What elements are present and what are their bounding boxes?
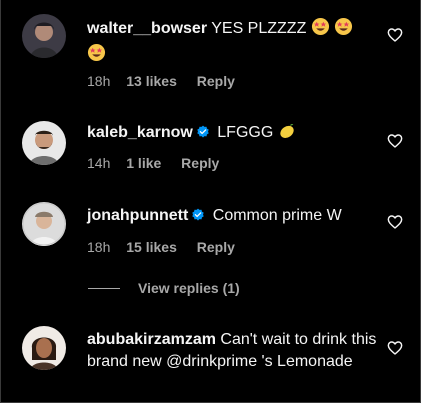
- comment-text: YES PLZZZZ: [211, 20, 307, 37]
- comment-username[interactable]: kaleb_karnow: [87, 124, 193, 141]
- comment-username[interactable]: abubakirzamzam: [87, 331, 216, 348]
- comment-timestamp: 18h: [87, 239, 111, 255]
- reply-button[interactable]: Reply: [197, 239, 235, 255]
- reply-button[interactable]: Reply: [197, 73, 235, 89]
- verified-badge-icon: [196, 124, 210, 146]
- comment-likes[interactable]: 13 likes: [126, 73, 177, 89]
- avatar[interactable]: [22, 202, 66, 246]
- comment-likes[interactable]: 15 likes: [126, 239, 177, 255]
- star-struck-emoji: [87, 43, 106, 69]
- comment-username[interactable]: jonahpunnett: [87, 207, 188, 224]
- lemon-emoji: [278, 122, 296, 147]
- avatar[interactable]: [22, 121, 66, 165]
- verified-badge-icon: [191, 207, 205, 229]
- comment-body: walter__bowser YES PLZZZZ: [87, 17, 377, 69]
- heart-icon[interactable]: [387, 133, 403, 149]
- comment-meta: 14h 1 like Reply: [87, 155, 235, 171]
- comment-username[interactable]: walter__bowser: [87, 20, 207, 37]
- comment-meta: 18h 15 likes Reply: [87, 239, 251, 255]
- comment-body: kaleb_karnow LFGGG: [87, 122, 377, 147]
- star-struck-emoji: [334, 17, 353, 43]
- heart-icon[interactable]: [387, 27, 403, 43]
- avatar[interactable]: [22, 326, 66, 370]
- divider: [88, 288, 120, 289]
- comment-text: Common prime W: [212, 207, 342, 224]
- view-replies-button[interactable]: View replies (1): [88, 280, 240, 296]
- heart-icon[interactable]: [387, 340, 403, 356]
- avatar[interactable]: [22, 14, 66, 58]
- comment-body: abubakirzamzam Can't wait to drink this …: [87, 329, 379, 373]
- reply-button[interactable]: Reply: [181, 155, 219, 171]
- comment-meta: 18h 13 likes Reply: [87, 73, 251, 89]
- comment-text: LFGGG: [217, 124, 274, 141]
- heart-icon[interactable]: [387, 214, 403, 230]
- comment-body: jonahpunnett Common prime W: [87, 205, 377, 229]
- comment-timestamp: 14h: [87, 155, 111, 171]
- star-struck-emoji: [311, 17, 330, 43]
- comment-timestamp: 18h: [87, 73, 111, 89]
- comment-likes[interactable]: 1 like: [126, 155, 161, 171]
- view-replies-label[interactable]: View replies (1): [138, 280, 240, 296]
